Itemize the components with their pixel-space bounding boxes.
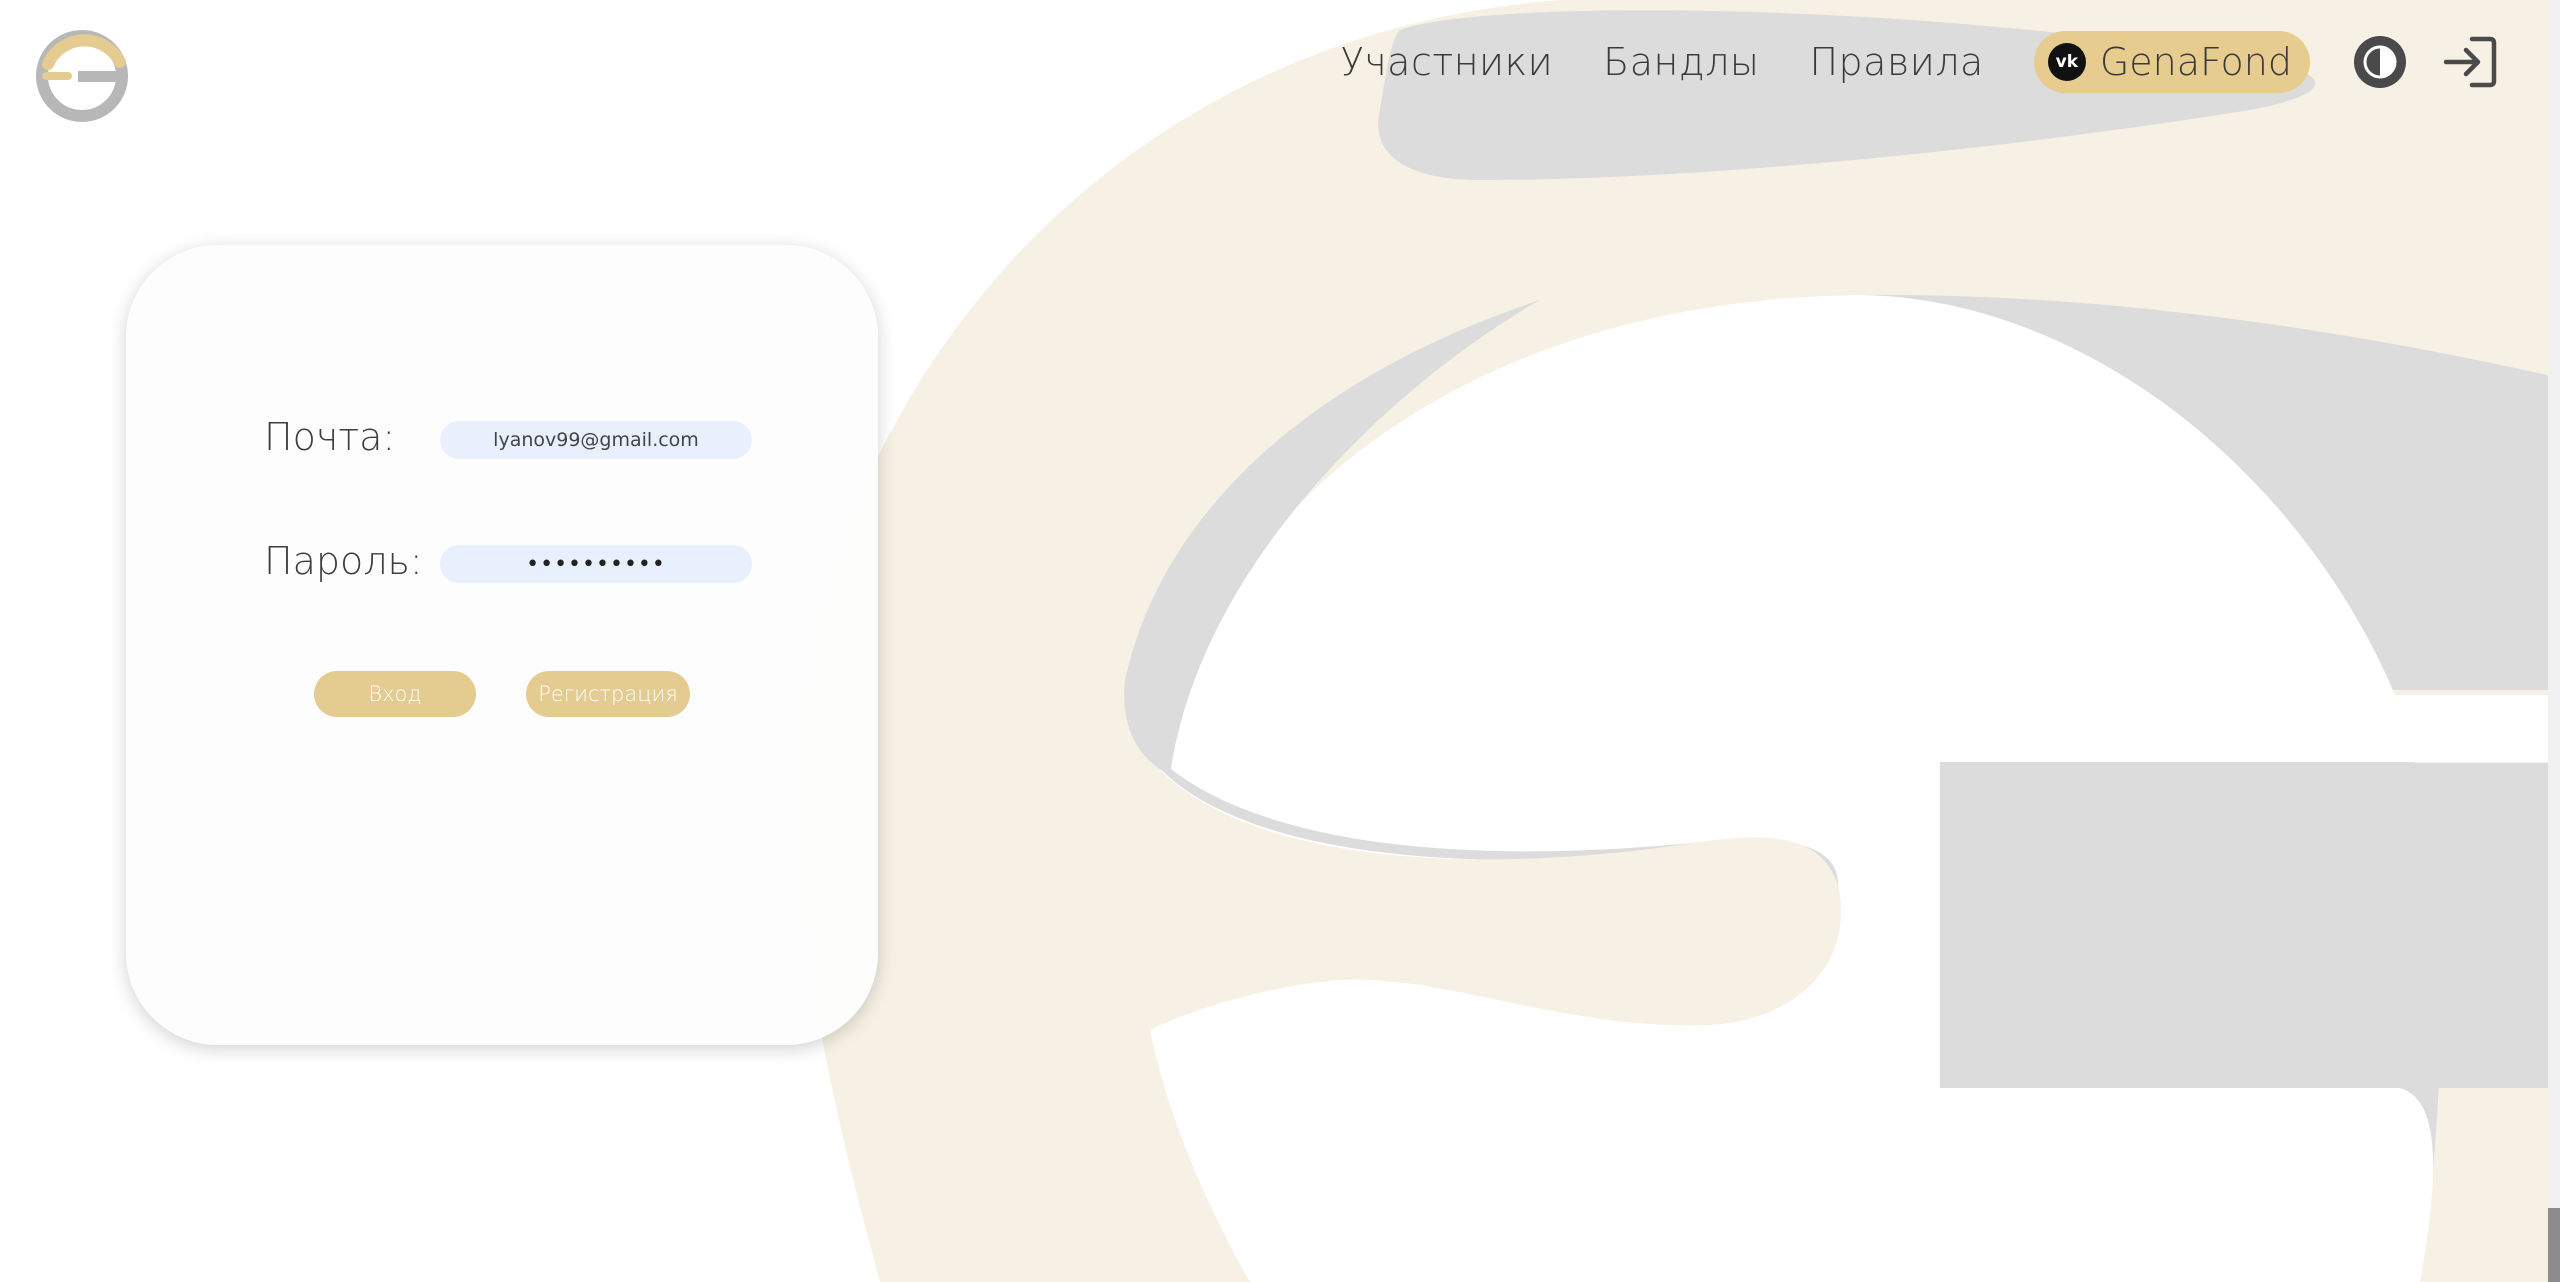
vk-community-link[interactable]: vk GenaFond: [2033, 31, 2310, 93]
sign-in-icon[interactable]: [2442, 33, 2500, 91]
logo-icon[interactable]: [34, 28, 130, 124]
nav-link-participants[interactable]: Участники: [1341, 40, 1554, 84]
bg-gray-bar: [1940, 763, 2560, 1088]
vk-community-label: GenaFond: [2099, 40, 2292, 84]
scrollbar-thumb[interactable]: [2548, 1208, 2560, 1282]
password-field[interactable]: [440, 545, 752, 583]
page-scrollbar[interactable]: [2548, 0, 2560, 1282]
email-label: Почта:: [264, 415, 396, 459]
login-button[interactable]: Вход: [314, 671, 476, 717]
register-button[interactable]: Регистрация: [526, 671, 690, 717]
vk-icon: vk: [2047, 43, 2086, 81]
top-nav: Участники Бандлы Правила vk GenaFond: [1341, 30, 2500, 94]
login-page: Участники Бандлы Правила vk GenaFond Поч…: [0, 0, 2560, 1282]
login-card: Почта: Пароль: Вход Регистрация: [126, 245, 878, 1045]
password-label: Пароль:: [264, 539, 423, 583]
nav-link-bundles[interactable]: Бандлы: [1603, 40, 1759, 84]
theme-toggle-icon[interactable]: [2352, 34, 2408, 90]
email-field[interactable]: [440, 421, 752, 459]
nav-link-rules[interactable]: Правила: [1809, 40, 1983, 84]
